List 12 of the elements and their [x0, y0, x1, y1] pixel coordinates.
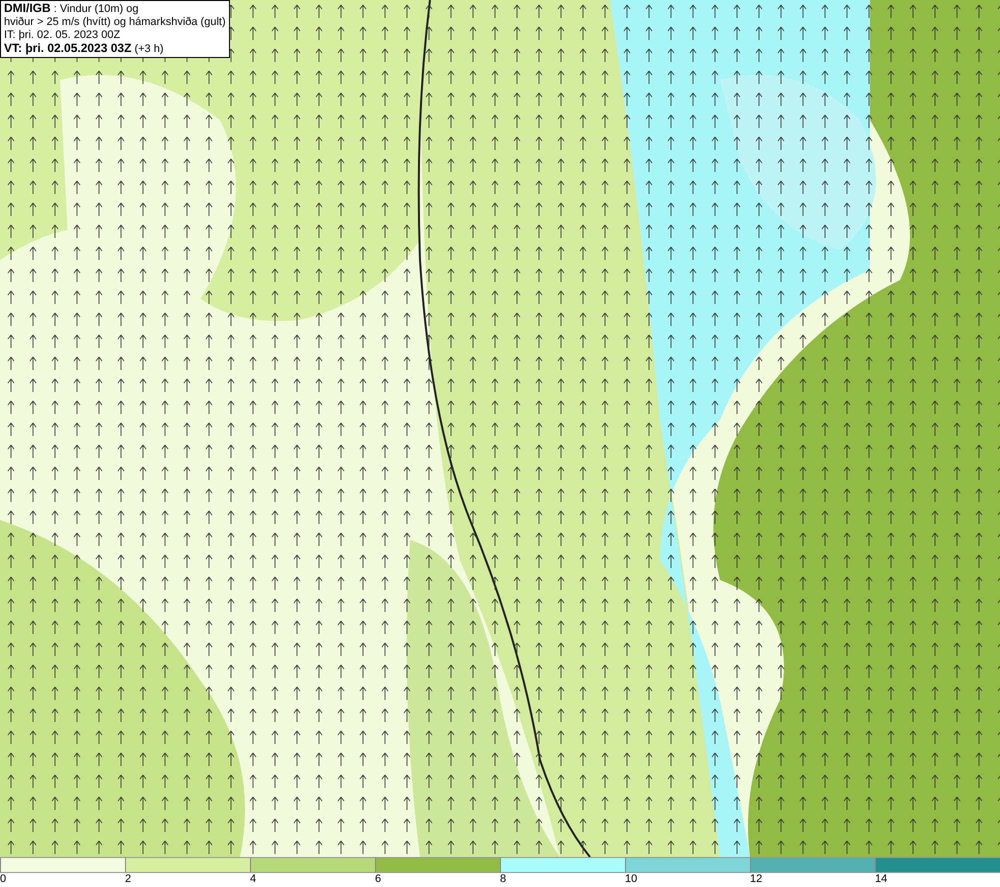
map-subtitle: hviður > 25 m/s (hvítt) og hámarkshviða (gult) — [4, 16, 226, 29]
issue-time: IT: þri. 02. 05. 2023 00Z — [4, 29, 122, 42]
legend-tick-label: 0 — [0, 873, 6, 886]
legend-tick-label: 14 — [875, 873, 888, 886]
legend-tick-label: 4 — [250, 873, 256, 886]
legend-tick-label: 12 — [750, 873, 762, 886]
map-title: DMI/IGB : Vindur (10m) og — [4, 2, 140, 16]
legend-tick-label: 10 — [625, 873, 638, 886]
legend-tick-label: 6 — [375, 873, 382, 886]
legend-tick-label: 2 — [125, 873, 132, 886]
valid-time: VT: þri. 02.05.2023 03Z (+3 h) — [4, 42, 165, 56]
legend-tick-label: 8 — [500, 873, 506, 886]
